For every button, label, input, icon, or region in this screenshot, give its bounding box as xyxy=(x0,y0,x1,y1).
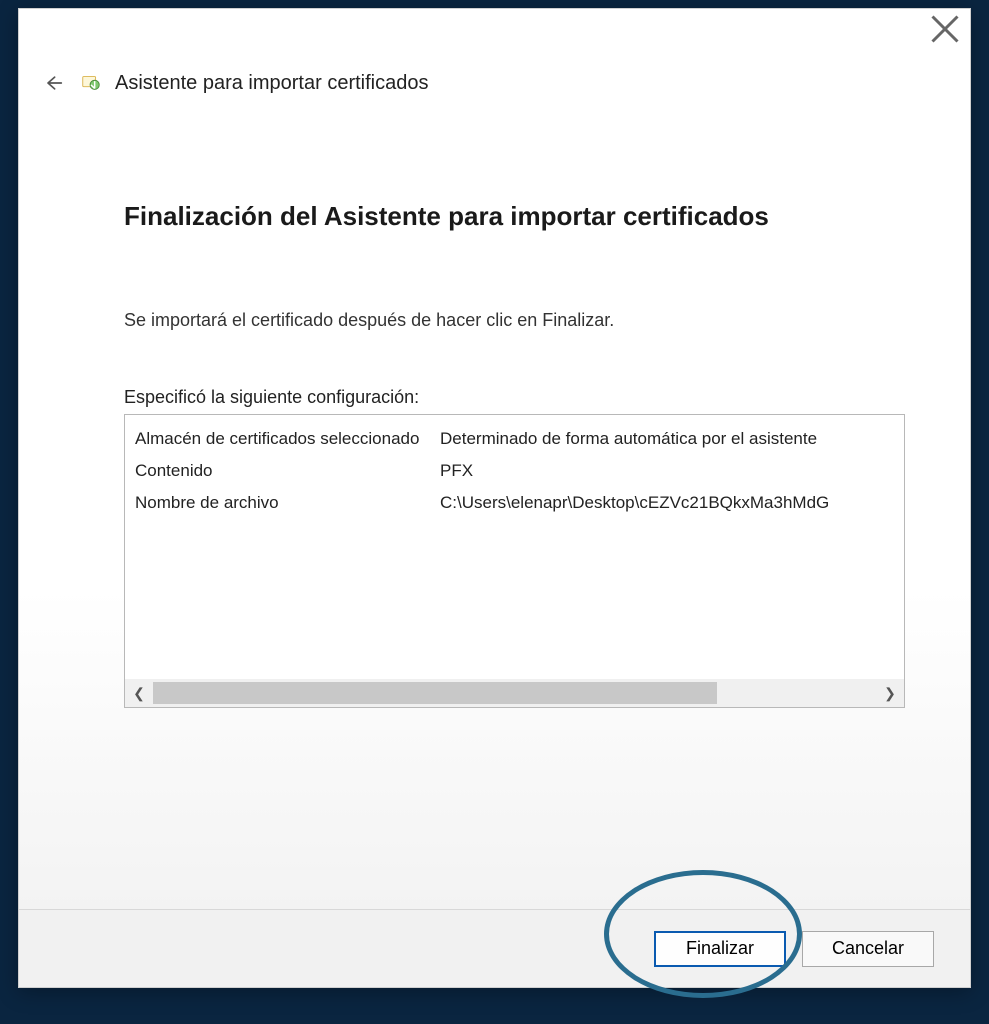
scrollbar-thumb[interactable] xyxy=(153,682,717,704)
config-key: Contenido xyxy=(135,455,440,487)
config-rows: Almacén de certificados seleccionado Det… xyxy=(125,415,904,679)
scroll-left-icon[interactable]: ❮ xyxy=(125,679,153,707)
cancel-button[interactable]: Cancelar xyxy=(802,931,934,967)
dialog-footer: Finalizar Cancelar xyxy=(19,909,970,987)
page-heading: Finalización del Asistente para importar… xyxy=(124,201,905,232)
title-bar xyxy=(19,9,970,47)
close-icon[interactable] xyxy=(930,17,960,41)
breadcrumb: Asistente para importar certificados xyxy=(19,47,970,111)
intro-text: Se importará el certificado después de h… xyxy=(124,310,905,331)
scrollbar-track[interactable] xyxy=(153,679,876,707)
back-arrow-icon[interactable] xyxy=(39,69,67,97)
table-row: Nombre de archivo C:\Users\elenapr\Deskt… xyxy=(135,487,894,519)
wizard-title: Asistente para importar certificados xyxy=(115,72,428,95)
config-label: Especificó la siguiente configuración: xyxy=(124,387,905,408)
config-value: C:\Users\elenapr\Desktop\cEZVc21BQkxMa3h… xyxy=(440,487,894,519)
config-value: Determinado de forma automática por el a… xyxy=(440,423,894,455)
scroll-right-icon[interactable]: ❯ xyxy=(876,679,904,707)
certificate-import-wizard-dialog: Asistente para importar certificados Fin… xyxy=(18,8,971,988)
horizontal-scrollbar[interactable]: ❮ ❯ xyxy=(125,679,904,707)
config-key: Nombre de archivo xyxy=(135,487,440,519)
config-summary-box: Almacén de certificados seleccionado Det… xyxy=(124,414,905,708)
table-row: Almacén de certificados seleccionado Det… xyxy=(135,423,894,455)
wizard-content: Finalización del Asistente para importar… xyxy=(19,111,970,909)
config-value: PFX xyxy=(440,455,894,487)
finish-button[interactable]: Finalizar xyxy=(654,931,786,967)
config-key: Almacén de certificados seleccionado xyxy=(135,423,440,455)
certificate-wizard-icon xyxy=(79,71,103,95)
table-row: Contenido PFX xyxy=(135,455,894,487)
